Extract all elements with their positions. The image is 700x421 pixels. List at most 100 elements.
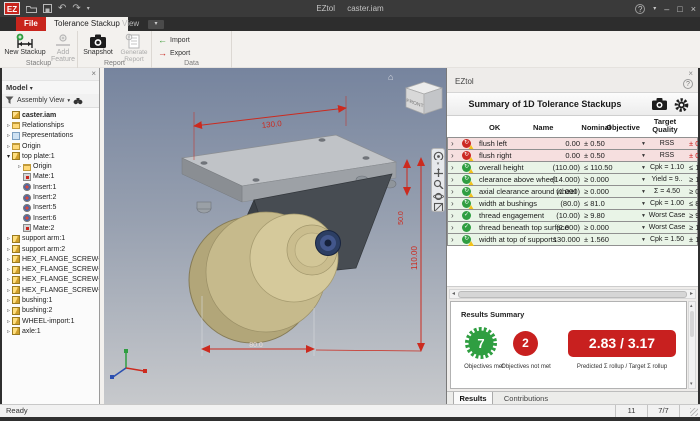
tree-item[interactable]: ▹Relationships: [2, 120, 99, 130]
dimension-width-top[interactable]: 130.0: [261, 119, 282, 130]
tree-expand-arrow[interactable]: ▹: [5, 143, 12, 150]
row-expand-chevron[interactable]: ›: [451, 222, 454, 233]
ribbon-overflow-icon[interactable]: ▾: [148, 20, 164, 29]
tree-expand-arrow[interactable]: ▹: [5, 318, 12, 325]
minimize-button[interactable]: –: [664, 4, 669, 14]
tree-item[interactable]: ▹HEX_FLANGE_SCREW-import:2: [2, 264, 99, 274]
eztol-close-icon[interactable]: ×: [688, 69, 693, 78]
tree-item[interactable]: Mate:2: [2, 223, 99, 233]
close-button[interactable]: ×: [691, 4, 696, 14]
stackup-row[interactable]: ›↻width at top of supports130.000± 1.560…: [447, 233, 698, 246]
quality-dropdown-icon[interactable]: ▼: [641, 235, 646, 246]
scroll-up-icon[interactable]: ▴: [690, 303, 693, 309]
browser-close-icon[interactable]: ×: [91, 69, 96, 78]
tree-expand-arrow[interactable]: ▹: [16, 163, 23, 170]
tree-expand-arrow[interactable]: ▹: [5, 297, 12, 304]
tree-item[interactable]: ▹support arm:1: [2, 234, 99, 244]
navigation-bar[interactable]: ▾: [431, 148, 445, 212]
add-feature-button[interactable]: Add Feature: [48, 32, 78, 58]
tree-expand-arrow[interactable]: ▹: [5, 328, 12, 335]
stackup-target-quality[interactable]: Worst Case: [648, 222, 686, 233]
tree-item[interactable]: ▹HEX_FLANGE_SCREW-import:1: [2, 254, 99, 264]
viewcube[interactable]: FRONT: [400, 78, 446, 123]
generate-report-button[interactable]: Generate Report: [116, 32, 152, 58]
view-selector-dropdown-icon[interactable]: ▾: [67, 98, 70, 104]
find-binoculars-icon[interactable]: [73, 97, 83, 105]
tree-item[interactable]: ▹support arm:2: [2, 244, 99, 254]
navigation-wheel-icon[interactable]: [433, 151, 444, 160]
tree-item[interactable]: ▹bushing:2: [2, 306, 99, 316]
results-vertical-scrollbar[interactable]: ▴ ▾: [688, 301, 696, 389]
snapshot-button[interactable]: Snapshot: [80, 32, 116, 58]
tree-item[interactable]: ▾top plate:1: [2, 151, 99, 161]
tree-expand-arrow[interactable]: ▹: [5, 287, 12, 294]
tree-item[interactable]: ▹Representations: [2, 131, 99, 141]
tree-item[interactable]: ▹Origin: [2, 161, 99, 171]
row-expand-chevron[interactable]: ›: [451, 210, 454, 221]
tree-expand-arrow[interactable]: ▹: [5, 122, 12, 129]
tree-item[interactable]: ▹axle:1: [2, 326, 99, 336]
row-expand-chevron[interactable]: ›: [451, 234, 454, 245]
row-expand-chevron[interactable]: ›: [451, 162, 454, 173]
tree-item[interactable]: ▹Origin: [2, 141, 99, 151]
stackup-target-quality[interactable]: RSS: [648, 138, 686, 149]
tree-item[interactable]: ▹HEX_FLANGE_SCREW-import:3: [2, 275, 99, 285]
stackup-target-quality[interactable]: Worst Case: [648, 210, 686, 221]
tree-item[interactable]: ▹WHEEL-import:1: [2, 316, 99, 326]
row-expand-chevron[interactable]: ›: [451, 174, 454, 185]
tree-expand-arrow[interactable]: ▹: [5, 266, 12, 273]
stackup-target-quality[interactable]: Cpk = 1.10: [648, 162, 686, 173]
help-dropdown-icon[interactable]: ▾: [653, 5, 656, 12]
filter-funnel-icon[interactable]: [5, 96, 14, 105]
settings-gear-icon[interactable]: [673, 97, 690, 118]
stackup-target-quality[interactable]: Yield = 9..: [648, 174, 686, 185]
stackup-target-quality[interactable]: Σ = 4.50: [648, 186, 686, 197]
row-expand-chevron[interactable]: ›: [451, 138, 454, 149]
row-expand-chevron[interactable]: ›: [451, 150, 454, 161]
tree-expand-arrow[interactable]: ▾: [5, 153, 12, 160]
tree-expand-arrow[interactable]: ▹: [5, 307, 12, 314]
tree-expand-arrow[interactable]: ▹: [5, 276, 12, 283]
tree-item[interactable]: Insert:5: [2, 203, 99, 213]
zoom-icon[interactable]: [433, 179, 444, 188]
snapshot-camera-icon[interactable]: [651, 97, 668, 116]
import-button[interactable]: ← Import: [158, 34, 190, 46]
resize-grip[interactable]: [690, 408, 698, 416]
scrollbar-thumb[interactable]: [458, 291, 687, 298]
stackup-target-quality[interactable]: Cpk = 1.50: [648, 234, 686, 245]
viewcube-home-icon[interactable]: ⌂: [388, 72, 393, 82]
tree-item[interactable]: Insert:1: [2, 182, 99, 192]
tree-expand-arrow[interactable]: ▹: [5, 256, 12, 263]
stackup-target-quality[interactable]: Cpk = 1.00: [648, 198, 686, 209]
tab-view[interactable]: View: [114, 17, 147, 31]
scrollbar-thumb[interactable]: [690, 311, 694, 337]
tree-expand-arrow[interactable]: ▹: [5, 246, 12, 253]
row-expand-chevron[interactable]: ›: [451, 186, 454, 197]
browser-title-dropdown-icon[interactable]: ▾: [30, 86, 33, 92]
scroll-down-icon[interactable]: ▾: [690, 381, 693, 387]
help-icon[interactable]: ?: [635, 4, 645, 14]
dimension-height-short[interactable]: 50.0: [398, 211, 405, 225]
viewport-3d[interactable]: 130.0 110.00 50.0 80.0 ⌂: [104, 68, 446, 404]
orbit-icon[interactable]: [433, 191, 444, 200]
scroll-right-icon[interactable]: ▸: [690, 290, 693, 299]
tree-item[interactable]: ▹HEX_FLANGE_SCREW-import:4: [2, 285, 99, 295]
stackup-target-quality[interactable]: RSS: [648, 150, 686, 161]
tab-file[interactable]: File: [16, 17, 46, 31]
row-expand-chevron[interactable]: ›: [451, 198, 454, 209]
pan-icon[interactable]: [433, 168, 444, 177]
maximize-button[interactable]: □: [677, 4, 682, 14]
browser-header[interactable]: Model ▾: [2, 81, 99, 94]
scroll-left-icon[interactable]: ◂: [452, 290, 455, 299]
navbar-caret-icon[interactable]: ▾: [437, 162, 440, 166]
tree-item[interactable]: ▹bushing:1: [2, 295, 99, 305]
view-selector[interactable]: Assembly View: [17, 97, 64, 104]
tree-item[interactable]: Insert:6: [2, 213, 99, 223]
tree-expand-arrow[interactable]: ▹: [5, 235, 12, 242]
new-stackup-button[interactable]: New Stackup: [2, 32, 48, 58]
look-at-icon[interactable]: [433, 202, 444, 211]
table-horizontal-scrollbar[interactable]: ◂ ▸: [449, 289, 696, 299]
tree-item[interactable]: Mate:1: [2, 172, 99, 182]
eztol-help-icon[interactable]: ?: [683, 79, 693, 89]
tree-item[interactable]: Insert:2: [2, 192, 99, 202]
